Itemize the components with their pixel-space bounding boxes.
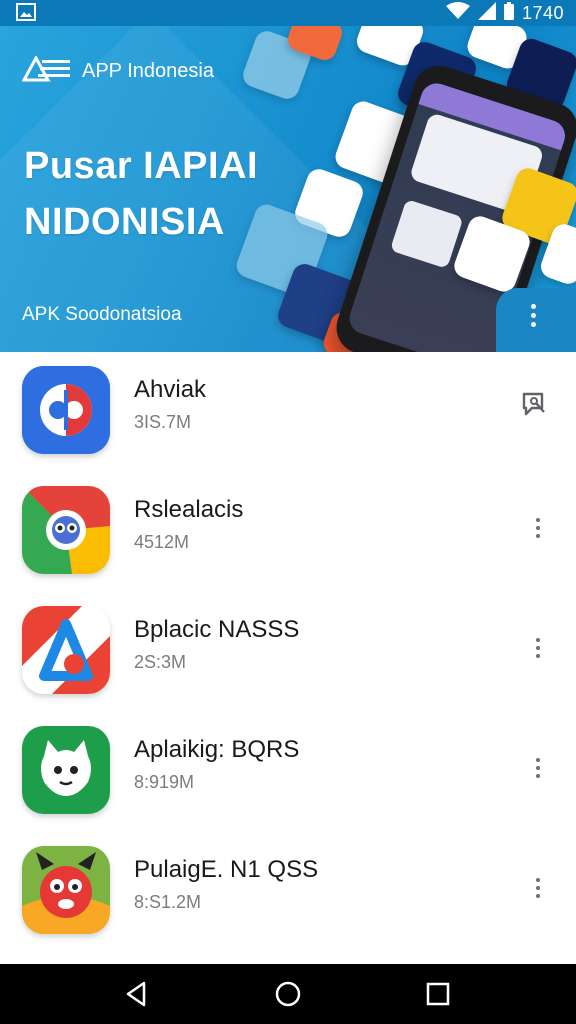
app-size: 8:S1.2M [134, 892, 202, 912]
rslealacis-app-icon [22, 486, 110, 574]
hero-title-line2: NIDONISIA [24, 201, 225, 243]
list-item[interactable]: Ahviak 3IS.7M [0, 352, 576, 472]
wifi-icon [445, 1, 470, 25]
app-name: Bplacic NASSS [134, 616, 300, 643]
more-vert-icon[interactable] [536, 638, 542, 662]
app-name: Aplaikig: BQRS [134, 736, 300, 763]
gallery-notification-icon [16, 3, 36, 21]
more-vert-icon [531, 304, 537, 331]
hero-banner[interactable]: APP Indonesia Pusar IAPIAI NIDONISIA APK… [0, 26, 576, 352]
app-indonesia-logo-icon [21, 54, 72, 87]
aplaikig-app-icon [22, 726, 110, 814]
recents-button[interactable] [424, 980, 452, 1008]
more-vert-icon[interactable] [536, 878, 542, 902]
pulaige-app-icon [22, 846, 110, 934]
back-button[interactable] [122, 980, 150, 1008]
list-item[interactable]: PulaigE. N1 QSS 8:S1.2M [0, 832, 576, 952]
more-vert-icon[interactable] [536, 518, 542, 542]
list-item[interactable]: Rslealacis 4512M [0, 472, 576, 592]
battery-icon [503, 1, 514, 25]
hero-more-button[interactable] [496, 288, 576, 352]
hero-subtitle: APK Soodonatsioa [22, 304, 182, 325]
app-name: Ahviak [134, 376, 207, 403]
app-size: 8:919M [134, 772, 195, 792]
review-icon[interactable] [520, 390, 548, 418]
list-item[interactable]: Bplacic NASSS 2S:3M [0, 592, 576, 712]
list-item[interactable]: Aplaikig: BQRS 8:919M [0, 712, 576, 832]
app-name: PulaigE. N1 QSS [134, 856, 319, 883]
brand: APP Indonesia [21, 54, 214, 87]
app-size: 4512M [134, 532, 190, 552]
ahviak-app-icon [22, 366, 110, 454]
bplacic-app-icon [22, 606, 110, 694]
app-list: Ahviak 3IS.7M Rslealacis 4512M Bplacic N… [0, 352, 576, 964]
signal-icon [477, 1, 496, 25]
home-icon [275, 981, 301, 1007]
app-name: Rslealacis [134, 496, 244, 523]
recents-icon [426, 982, 450, 1006]
hero-title: Pusar IAPIAI NIDONISIA [24, 138, 334, 250]
clock: 1740 [521, 2, 564, 23]
app-size: 2S:3M [134, 652, 187, 672]
navigation-bar [0, 964, 576, 1024]
app-size: 3IS.7M [134, 412, 192, 432]
hero-title-line1: Pusar IAPIAI [24, 145, 259, 187]
more-vert-icon[interactable] [536, 758, 542, 782]
home-button[interactable] [274, 980, 302, 1008]
back-icon [126, 981, 146, 1007]
brand-name: APP Indonesia [82, 60, 214, 82]
status-bar: 1740 [0, 0, 576, 26]
